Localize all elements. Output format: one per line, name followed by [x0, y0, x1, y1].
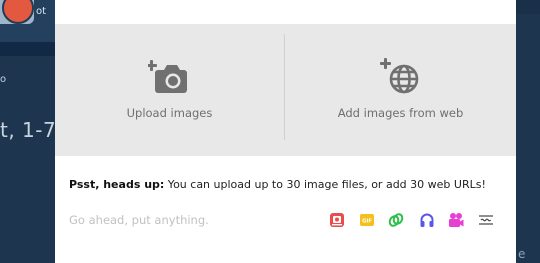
upload-limit-hint: Psst, heads up: You can upload up to 30 … [69, 178, 486, 191]
upload-images-button[interactable]: Upload images [55, 24, 284, 156]
background-heading: t, 1-7 [0, 118, 57, 142]
background-band [0, 42, 55, 56]
link-icon[interactable] [388, 212, 404, 228]
add-media-modal: Upload images Add images from web Psst, … [55, 0, 516, 263]
add-globe-icon [379, 58, 418, 94]
text-icon[interactable] [478, 212, 494, 228]
background-avatar [0, 0, 34, 24]
background-topbar-text: ot [36, 6, 47, 17]
background-page-right [516, 0, 540, 263]
upload-zone: Upload images Add images from web [55, 24, 516, 156]
background-topbar: ot [0, 0, 55, 42]
add-camera-icon [147, 60, 187, 93]
background-right-letter: e [518, 247, 526, 261]
hint-heading: Psst, heads up: [69, 178, 165, 191]
composer: GIF [69, 210, 501, 230]
hint-text: You can upload up to 30 image files, or … [164, 178, 486, 191]
gif-icon[interactable]: GIF [359, 212, 375, 228]
composer-input[interactable] [69, 210, 309, 230]
video-icon[interactable] [448, 212, 464, 228]
photo-icon[interactable] [329, 212, 345, 228]
add-images-from-web-button[interactable]: Add images from web [285, 24, 516, 156]
upload-images-label: Upload images [126, 106, 213, 120]
background-bullet: o [0, 74, 7, 85]
gif-badge-text: GIF [362, 219, 372, 225]
audio-icon[interactable] [419, 212, 435, 228]
background-right-panel [516, 0, 540, 14]
add-images-from-web-label: Add images from web [337, 106, 464, 120]
